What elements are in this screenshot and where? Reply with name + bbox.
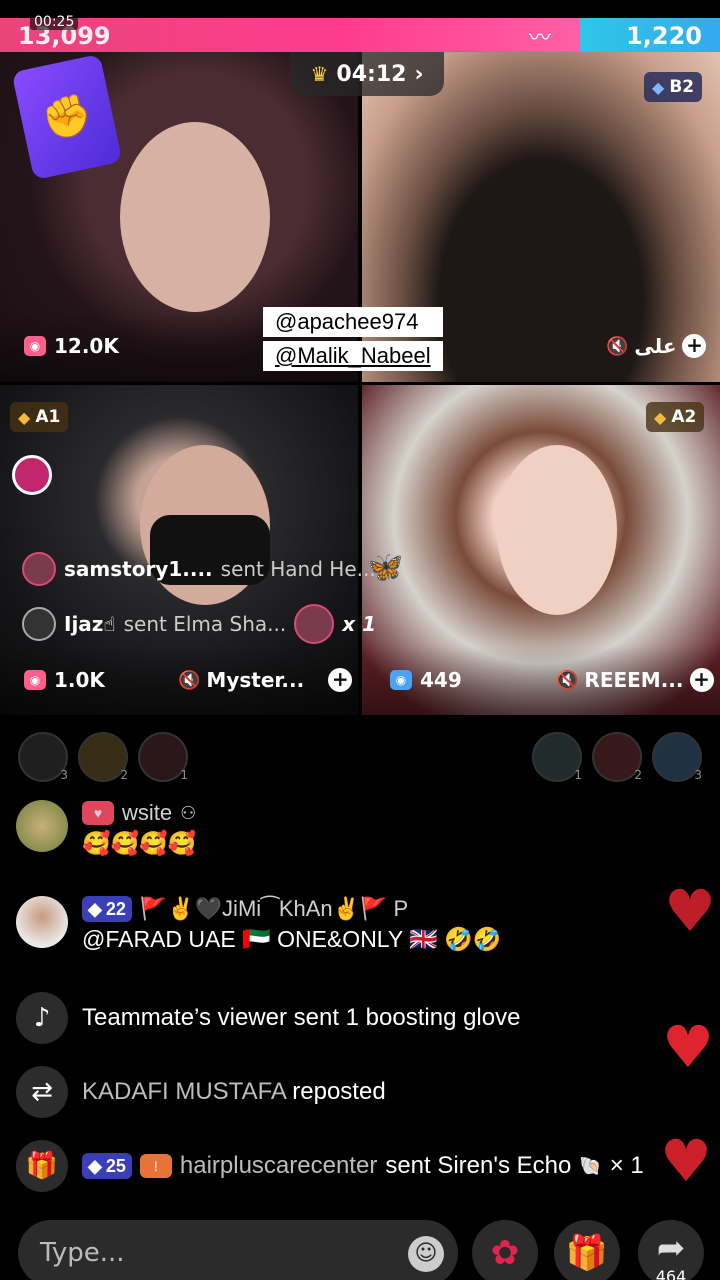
- chat-username[interactable]: KADAFI MUSTAFA: [82, 1078, 286, 1105]
- tile2-name: 🔇 علی +: [606, 334, 707, 358]
- top-viewer-avatar[interactable]: 1: [532, 732, 582, 782]
- gift-icon: 🎁: [565, 1233, 609, 1273]
- share-icon: ➦: [656, 1228, 686, 1268]
- handle-malik-nabeel: @Malik_Nabeel: [263, 341, 443, 371]
- video-tile-guest-a1[interactable]: [0, 385, 358, 715]
- top-viewer-avatar[interactable]: 3: [652, 732, 702, 782]
- heart-icon: ♥: [660, 1127, 712, 1195]
- battle-divider-icon: 〰: [528, 26, 551, 51]
- viewer-count-icon: ◉: [24, 670, 46, 690]
- chat-message[interactable]: ♥ wsite ⚇ 🥰🥰🥰🥰: [16, 800, 197, 857]
- comment-input[interactable]: Type... ☺: [18, 1220, 458, 1280]
- plus-icon[interactable]: +: [328, 668, 353, 692]
- video-tile-guest-a2[interactable]: [362, 385, 720, 715]
- plus-icon[interactable]: +: [689, 668, 714, 692]
- chat-username[interactable]: wsite: [122, 800, 172, 826]
- diamond-icon: ◆: [18, 407, 31, 427]
- diamond-icon: ◆: [654, 407, 667, 427]
- tile3-rank-badge: ◆ A1: [10, 402, 69, 432]
- chat-message[interactable]: ◆ 22 🚩✌🖤JiMi⁀KhAn✌🚩 P @FARAD UAE 🇦🇪 ONE&O…: [16, 896, 502, 953]
- moderator-icon: ⚇: [180, 802, 197, 823]
- rose-icon: ✿: [490, 1233, 520, 1273]
- rose-gift-button[interactable]: ✿: [472, 1220, 538, 1280]
- trophy-icon: ♛: [310, 62, 329, 86]
- tile4-name: 🔇 REEEM... +: [556, 668, 714, 692]
- siren-echo-gift-icon: 🐚: [579, 1155, 602, 1176]
- chat-text: 🥰🥰🥰🥰: [82, 830, 197, 856]
- repost-icon: ⇄: [16, 1066, 68, 1118]
- gift-button[interactable]: 🎁: [554, 1220, 620, 1280]
- avatar: [22, 607, 56, 641]
- gift-message: 🎁 ◆ 25 ! hairpluscarecenter sent Siren's …: [16, 1140, 644, 1192]
- bottom-action-bar: Type... ☺ ✿ 🎁 ➦ 464: [0, 1212, 720, 1280]
- mute-icon: 🔇: [606, 335, 629, 357]
- heart-icon: ♥: [664, 877, 716, 945]
- timer-value: 04:12: [336, 61, 407, 87]
- fan-club-badge: !: [139, 1154, 172, 1178]
- host-video: [120, 122, 270, 312]
- top-viewer-avatar[interactable]: 2: [592, 732, 642, 782]
- mute-icon: 🔇: [556, 669, 579, 691]
- tile3-viewer-count: ◉ 1.0K: [24, 668, 105, 692]
- viewer-count-icon: ◉: [390, 670, 412, 690]
- gift-feed-item: samstory1.... sent Hand He...: [22, 552, 376, 586]
- battle-score-bar: 13,099 〰 1,220 00:25: [0, 0, 720, 52]
- tile2-rank-badge: ◆ B2: [644, 72, 703, 102]
- status-clock: 00:25: [30, 14, 79, 30]
- avatar: [16, 800, 68, 852]
- tiktok-icon: ♪: [16, 992, 68, 1044]
- diamond-icon: ◆: [88, 898, 102, 919]
- repost-message: ⇄ KADAFI MUSTAFA reposted: [16, 1066, 386, 1118]
- top-viewer-avatar[interactable]: 3: [18, 732, 68, 782]
- emoji-icon[interactable]: ☺: [408, 1236, 444, 1272]
- tile4-rank-badge: ◆ A2: [646, 402, 705, 432]
- chevron-right-icon: ›: [414, 61, 424, 87]
- avatar: [16, 896, 68, 948]
- top-viewer-avatar[interactable]: 1: [138, 732, 188, 782]
- tile3-name: 🔇 Myster... +: [178, 668, 353, 692]
- plus-icon[interactable]: +: [682, 334, 707, 358]
- share-button[interactable]: ➦ 464: [638, 1220, 704, 1280]
- top-viewer-avatar[interactable]: 2: [78, 732, 128, 782]
- diamond-icon: ◆: [88, 1155, 102, 1176]
- gift-image: [294, 604, 335, 644]
- handle-apachee974: @apachee974: [263, 307, 443, 337]
- level-badge: ◆ 22: [82, 896, 132, 922]
- mute-icon: 🔇: [178, 669, 201, 691]
- gift-icon: 🎁: [16, 1140, 68, 1192]
- top-viewers-row: 3 2 1 1 2 3: [0, 726, 720, 786]
- guest-a2-video: [497, 445, 617, 615]
- viewer-count-icon: ◉: [24, 336, 46, 356]
- system-text: Teammate’s viewer sent 1 boosting glove: [82, 1004, 521, 1031]
- heart-icon: ♥: [662, 1013, 714, 1081]
- level-badge: ◆ 25: [82, 1153, 132, 1179]
- diamond-icon: ◆: [652, 77, 665, 97]
- chat-username[interactable]: 🚩✌🖤JiMi⁀KhAn✌🚩 P: [140, 896, 408, 922]
- share-count: 464: [655, 1267, 687, 1280]
- chat-username[interactable]: hairpluscarecenter: [180, 1152, 377, 1180]
- gift-feed-item: Ijaz☝ sent Elma Sha... x 1: [22, 604, 376, 644]
- butterfly-effect-icon: 🦋: [366, 550, 404, 585]
- creator-handles: @apachee974 @Malik_Nabeel: [263, 307, 443, 371]
- chat-text: @FARAD UAE 🇦🇪 ONE&ONLY 🇬🇧 🤣🤣: [82, 926, 502, 952]
- tile4-viewer-count: ◉ 449: [390, 668, 462, 692]
- system-message: ♪ Teammate’s viewer sent 1 boosting glov…: [16, 992, 520, 1044]
- fan-club-badge: ♥: [82, 801, 114, 825]
- right-team-score: 1,220: [626, 22, 702, 50]
- battle-timer[interactable]: ♛ 04:12 ›: [290, 52, 444, 96]
- boost-orb-icon[interactable]: [12, 455, 52, 495]
- avatar: [22, 552, 56, 586]
- tile1-viewer-count: ◉ 12.0K: [24, 334, 119, 358]
- comment-placeholder: Type...: [40, 1238, 125, 1268]
